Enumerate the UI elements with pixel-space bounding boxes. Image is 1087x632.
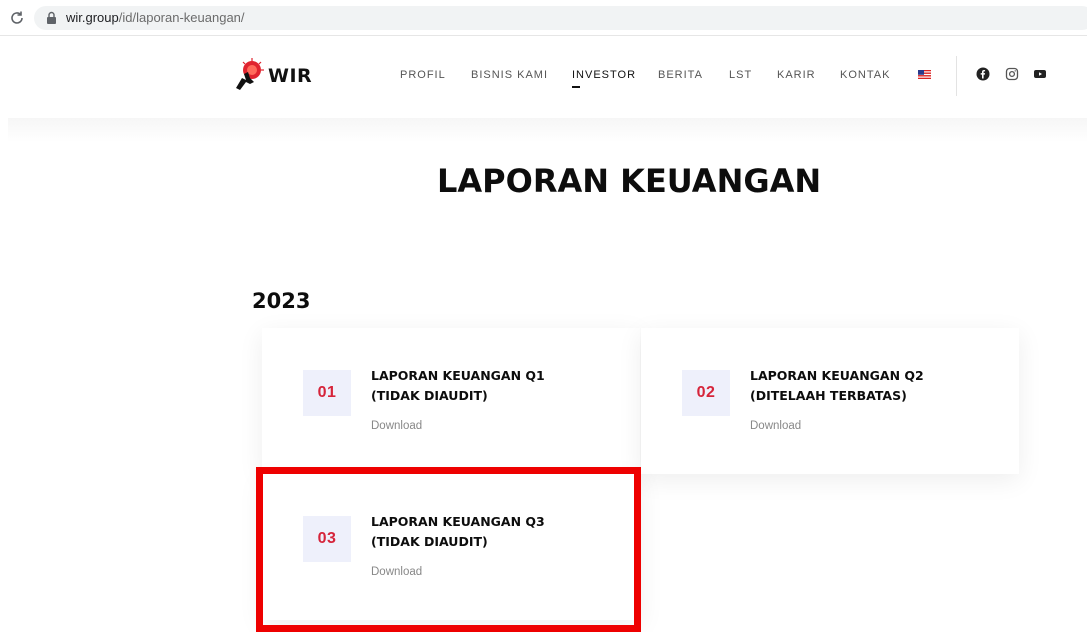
logo[interactable]: WIR [232, 58, 322, 92]
lock-icon [47, 11, 56, 24]
report-title-line2: (TIDAK DIAUDIT) [371, 388, 488, 403]
url-bar[interactable]: wir.group/id/laporan-keuangan/ [34, 6, 1087, 30]
report-number: 02 [682, 370, 730, 416]
url-text: wir.group/id/laporan-keuangan/ [66, 10, 245, 25]
nav-item-lst[interactable]: LST [729, 69, 752, 81]
report-title: LAPORAN KEUANGAN Q1 (TIDAK DIAUDIT) [371, 366, 621, 406]
reload-icon[interactable] [8, 9, 26, 27]
report-title-line1: LAPORAN KEUANGAN Q2 [750, 368, 924, 383]
year-heading: 2023 [252, 289, 311, 313]
report-card-q2: 02 LAPORAN KEUANGAN Q2 (DITELAAH TERBATA… [641, 328, 1019, 474]
site-header: WIR PROFIL BISNIS KAMI INVESTOR BERITA L… [0, 36, 1087, 116]
nav-item-berita[interactable]: BERITA [658, 69, 703, 81]
header-shadow-band [8, 118, 1087, 142]
youtube-icon[interactable] [1033, 67, 1047, 81]
report-title-line1: LAPORAN KEUANGAN Q1 [371, 368, 545, 383]
nav-item-investor-label: INVESTOR [572, 69, 637, 81]
nav-item-kontak[interactable]: KONTAK [840, 69, 890, 81]
url-host: wir.group [66, 10, 119, 25]
download-link[interactable]: Download [371, 420, 422, 432]
header-divider [956, 56, 957, 96]
nav-active-underline [572, 86, 580, 88]
facebook-icon[interactable] [976, 67, 990, 81]
logo-mark-icon [236, 58, 264, 90]
nav-item-bisnis-kami[interactable]: BISNIS KAMI [471, 69, 548, 81]
nav-item-investor[interactable]: INVESTOR [572, 69, 637, 88]
report-title-line2: (DITELAAH TERBATAS) [750, 388, 907, 403]
logo-text: WIR [268, 65, 313, 87]
nav-item-karir[interactable]: KARIR [777, 69, 816, 81]
instagram-icon[interactable] [1005, 67, 1019, 81]
report-card-q1: 01 LAPORAN KEUANGAN Q1 (TIDAK DIAUDIT) D… [262, 328, 640, 474]
report-number: 01 [303, 370, 351, 416]
browser-address-bar: wir.group/id/laporan-keuangan/ [0, 0, 1087, 36]
highlight-annotation-box [256, 467, 641, 632]
page-title: LAPORAN KEUANGAN [437, 162, 822, 200]
report-title: LAPORAN KEUANGAN Q2 (DITELAAH TERBATAS) [750, 366, 1000, 406]
us-flag-icon[interactable] [918, 70, 931, 79]
nav-item-profil[interactable]: PROFIL [400, 69, 446, 81]
download-link[interactable]: Download [750, 420, 801, 432]
url-path: /id/laporan-keuangan/ [118, 10, 245, 25]
